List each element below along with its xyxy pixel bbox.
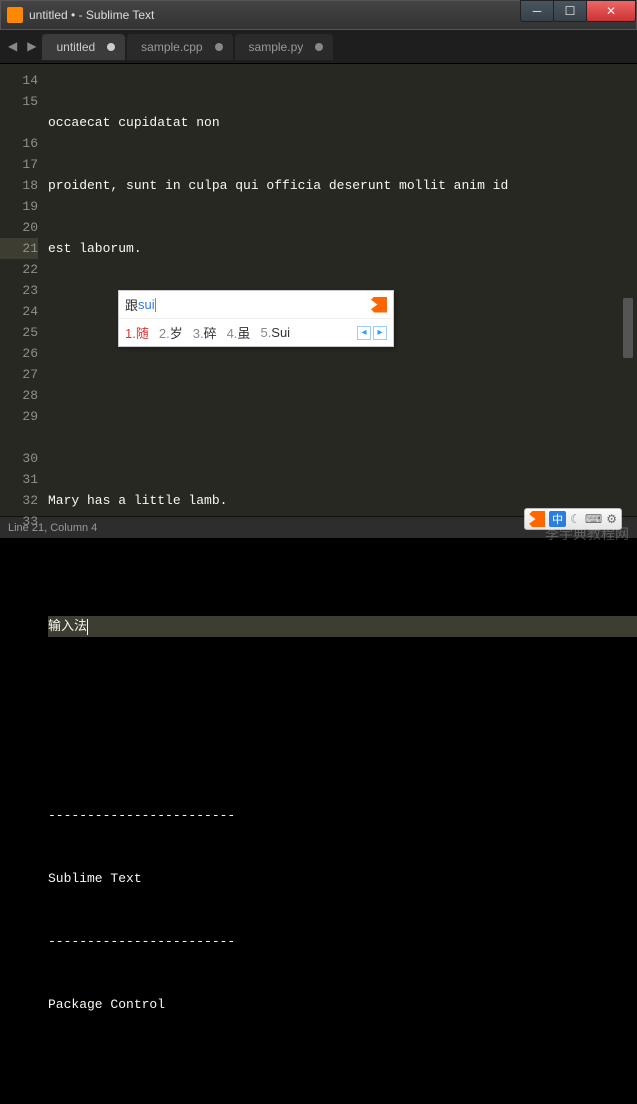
ime-popup[interactable]: 跟sui 1.随 2.岁 3.碎 4.虽 5.Sui ◂▸ (118, 290, 394, 347)
keyboard-icon[interactable]: ⌨ (585, 512, 602, 527)
window-controls: ─ ☐ ✕ (520, 1, 636, 29)
ime-prev-icon: ◂ (357, 326, 371, 340)
window-title: untitled • - Sublime Text (29, 8, 520, 22)
ime-candidate-5[interactable]: 5.Sui (260, 325, 290, 340)
tab-label: sample.py (249, 40, 304, 54)
dirty-indicator-icon (315, 43, 323, 51)
line-gutter: 14 15 16 17 18 19 20 21 22 23 24 25 26 2… (0, 64, 48, 516)
ime-candidate-3[interactable]: 3.碎 (193, 323, 217, 342)
dirty-indicator-icon (215, 43, 223, 51)
ime-candidate-4[interactable]: 4.虽 (227, 323, 251, 342)
dirty-indicator-icon (107, 43, 115, 51)
ime-candidates[interactable]: 1.随 2.岁 3.碎 4.虽 5.Sui ◂▸ (119, 319, 393, 346)
tab-label: sample.cpp (141, 40, 202, 54)
tab-sample-cpp[interactable]: sample.cpp (127, 34, 232, 60)
lang-indicator[interactable]: 中 (549, 511, 566, 527)
maximize-button[interactable]: ☐ (553, 0, 587, 22)
tab-bar: ◀ ▶ untitled sample.cpp sample.py (0, 30, 637, 64)
nav-back-icon[interactable]: ◀ (4, 39, 21, 54)
ime-composition: 跟sui (119, 291, 393, 319)
language-bar[interactable]: 中 ☾ ⌨ ⚙ (524, 508, 622, 530)
minimize-button[interactable]: ─ (520, 0, 554, 22)
tab-untitled[interactable]: untitled (42, 34, 125, 60)
nav-forward-icon[interactable]: ▶ (23, 39, 40, 54)
vertical-scrollbar[interactable] (623, 98, 635, 548)
close-button[interactable]: ✕ (586, 0, 636, 22)
ime-candidate-2[interactable]: 2.岁 (159, 323, 183, 342)
active-line: 输入法 (48, 616, 637, 637)
settings-icon[interactable]: ⚙ (606, 512, 617, 527)
moon-icon[interactable]: ☾ (570, 512, 581, 527)
titlebar[interactable]: untitled • - Sublime Text ─ ☐ ✕ (0, 0, 637, 30)
scrollbar-thumb[interactable] (623, 298, 633, 358)
text-cursor (87, 619, 88, 635)
ime-candidate-1[interactable]: 1.随 (125, 323, 149, 342)
ime-pager[interactable]: ◂▸ (357, 326, 387, 340)
sogou-icon (371, 297, 387, 313)
tab-label: untitled (56, 40, 95, 54)
tab-sample-py[interactable]: sample.py (235, 34, 334, 60)
sogou-icon (529, 511, 545, 527)
app-icon (7, 7, 23, 23)
ime-next-icon: ▸ (373, 326, 387, 340)
